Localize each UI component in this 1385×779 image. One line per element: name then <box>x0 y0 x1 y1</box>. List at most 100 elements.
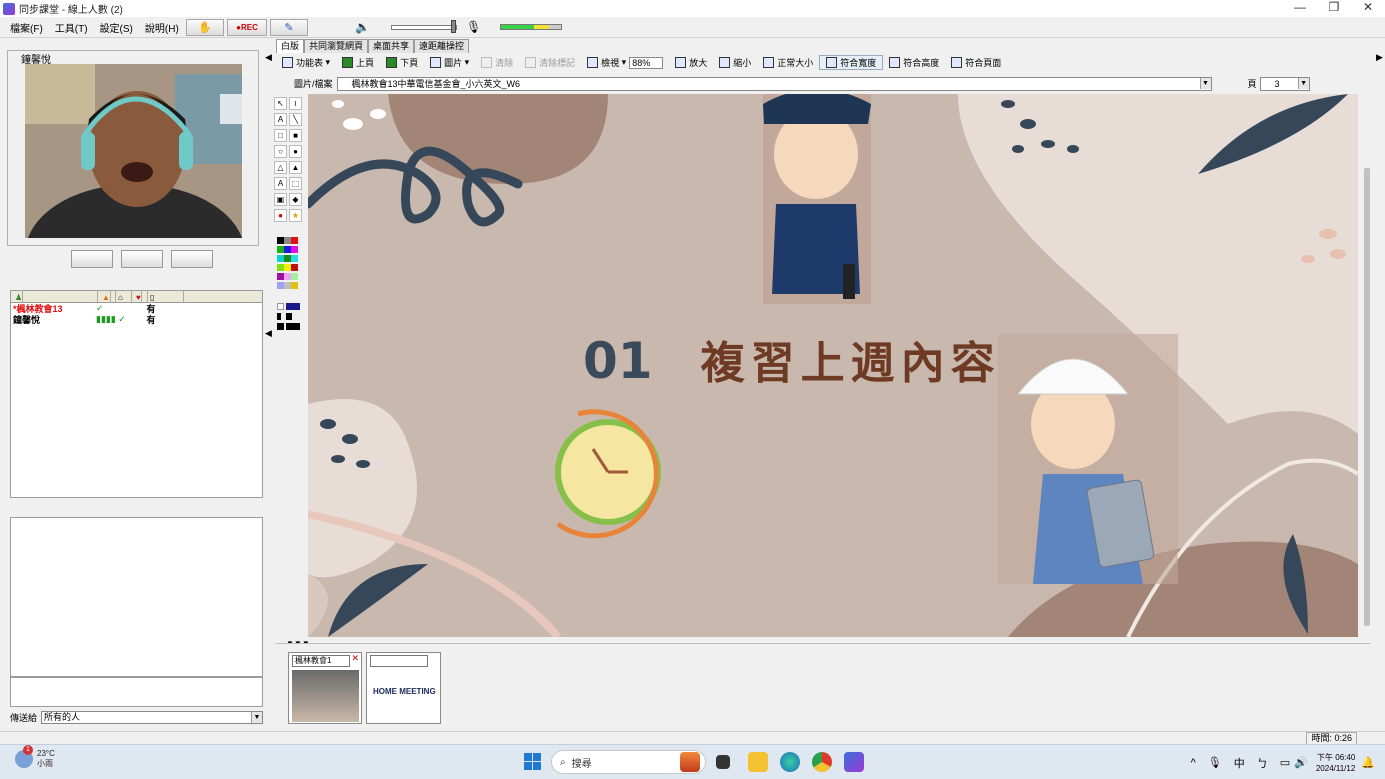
normal-size-button[interactable]: 正常大小 <box>757 56 819 69</box>
rectangle-tool[interactable]: □ <box>274 129 287 142</box>
speaker-volume-thumb[interactable] <box>451 20 456 33</box>
close-icon[interactable]: ✕ <box>351 653 359 664</box>
start-button[interactable] <box>524 753 541 770</box>
fit-height-button[interactable]: 符合高度 <box>883 56 945 69</box>
color-swatch[interactable] <box>291 273 298 280</box>
tab-whiteboard[interactable]: 白版 <box>276 39 305 53</box>
user-row[interactable]: 鐘馨悅 ▮▮▮▮ ✓ 有 <box>11 314 262 325</box>
weather-widget[interactable]: 1 23°C 小雨 <box>15 745 55 769</box>
prev-page-button[interactable]: 上頁 <box>336 56 380 69</box>
video-settings-button[interactable] <box>71 250 113 268</box>
color-swatch[interactable] <box>277 246 284 253</box>
clear-marks-button[interactable]: 清除標記 <box>519 56 581 69</box>
user-col-lock[interactable]: ⌂ <box>116 291 132 303</box>
chat-history[interactable] <box>10 517 263 677</box>
menu-help[interactable]: 說明(H) <box>139 20 185 35</box>
video-share-button[interactable] <box>121 250 163 268</box>
color-swatch[interactable] <box>284 237 291 244</box>
clear-button[interactable]: 清除 <box>475 56 519 69</box>
menu-file[interactable]: 檔案(F) <box>4 20 49 35</box>
color-swatch[interactable] <box>291 237 298 244</box>
camera-button[interactable] <box>171 250 213 268</box>
user-col-mic[interactable]: ▲ <box>98 291 116 303</box>
ime-indicator[interactable]: 中 <box>1234 755 1245 771</box>
maximize-button[interactable]: ❐ <box>1317 0 1351 17</box>
empty-select[interactable] <box>370 655 428 667</box>
image-button[interactable]: 圖片 ▾ <box>424 56 475 69</box>
ellipse-tool[interactable]: ○ <box>274 145 287 158</box>
clock[interactable]: 下午 06:40 2024/11/12 <box>1316 752 1355 774</box>
bell-icon[interactable]: 🔔 <box>1361 756 1375 769</box>
text-tool[interactable]: A <box>274 113 287 126</box>
filled-rectangle-tool[interactable]: ■ <box>289 129 302 142</box>
color-swatch[interactable] <box>284 273 291 280</box>
whiteboard-slide[interactable]: 01 複習上週內容 <box>308 94 1358 637</box>
chrome-icon[interactable] <box>812 752 832 772</box>
color-swatch[interactable] <box>284 264 291 271</box>
task-view-icon[interactable] <box>716 755 730 769</box>
line-width-swatch[interactable] <box>277 323 284 330</box>
polygon-tool[interactable]: △ <box>274 161 287 174</box>
color-swatch[interactable] <box>277 237 284 244</box>
collapse-right-icon[interactable]: ▶ <box>1376 52 1383 63</box>
line-width-swatch[interactable] <box>277 303 284 310</box>
color-swatch[interactable] <box>291 255 298 262</box>
ime-mode-icon[interactable]: ㄅ <box>1257 755 1268 771</box>
send-to-select[interactable]: 所有的人 ▼ <box>41 710 263 724</box>
color-swatch[interactable] <box>291 282 298 289</box>
color-swatch[interactable] <box>284 282 291 289</box>
view-button[interactable]: 檢視 ▾ 88% <box>581 56 669 69</box>
select-area-tool[interactable]: ⬚ <box>289 177 302 190</box>
color-swatch[interactable] <box>277 273 284 280</box>
line-width-swatch[interactable] <box>277 313 281 320</box>
raise-hand-button[interactable]: ✋ <box>186 19 224 36</box>
tools-button[interactable]: ✎ <box>270 19 308 36</box>
line-tool[interactable]: ╲ <box>289 113 302 126</box>
color-swatch[interactable] <box>284 246 291 253</box>
color-swatch[interactable] <box>291 246 298 253</box>
next-page-button[interactable]: 下頁 <box>380 56 424 69</box>
scrollbar-thumb[interactable] <box>1364 168 1370 626</box>
filled-ellipse-tool[interactable]: ● <box>289 145 302 158</box>
minimize-button[interactable]: — <box>1283 0 1317 17</box>
color-swatch[interactable] <box>284 255 291 262</box>
participant-select[interactable]: 楓林教會1 <box>292 655 350 667</box>
zoom-input[interactable]: 88% <box>629 56 664 69</box>
chat-input[interactable] <box>10 677 263 707</box>
color-swatch[interactable] <box>291 264 298 271</box>
collapse-left-icon[interactable]: ◀ <box>265 52 272 63</box>
color-swatch[interactable] <box>277 255 284 262</box>
tab-remote-control[interactable]: 遠距離操控 <box>414 39 470 53</box>
speaker-volume-slider[interactable] <box>391 25 457 30</box>
star-icon[interactable]: ★ <box>289 209 302 222</box>
slide-scrollbar[interactable] <box>1362 94 1372 637</box>
record-button[interactable]: ●REC <box>227 19 267 36</box>
participant-thumbnail[interactable]: 楓林教會1 ✕ <box>288 652 362 724</box>
classroom-app-icon[interactable] <box>844 752 864 772</box>
pointer-tool[interactable]: ↖ <box>274 97 287 110</box>
apple-icon[interactable]: ● <box>274 209 287 222</box>
microphone-icon[interactable]: 🎙 <box>1208 756 1222 769</box>
chevron-up-icon[interactable]: ^ <box>1191 757 1196 769</box>
fit-width-button[interactable]: 符合寬度 <box>819 55 884 70</box>
file-select[interactable]: 楓林教會13中華電信基金會_小六英文_W6 ▼ <box>336 76 1212 91</box>
empty-thumbnail[interactable]: HOME MEETING <box>366 652 441 724</box>
edge-icon[interactable] <box>780 752 800 772</box>
menu-settings[interactable]: 設定(S) <box>94 20 139 35</box>
line-width-swatch[interactable] <box>286 323 300 330</box>
volume-icon[interactable]: 🔊 <box>1294 756 1308 769</box>
collapse-left-icon[interactable]: ◀ <box>265 328 272 339</box>
mic-level-meter[interactable] <box>500 24 562 30</box>
fit-page-button[interactable]: 符合頁面 <box>945 56 1007 69</box>
tab-cobrowse[interactable]: 共同瀏覽網頁 <box>304 39 369 53</box>
tab-desktop-share[interactable]: 桌面共享 <box>368 39 415 53</box>
page-select[interactable]: 3 ▼ <box>1259 76 1310 91</box>
zoom-out-button[interactable]: 縮小 <box>713 56 757 69</box>
menu-tools[interactable]: 工具(T) <box>49 20 94 35</box>
eraser-tool[interactable]: ◆ <box>289 193 302 206</box>
freehand-tool[interactable]: ≀ <box>289 97 302 110</box>
zoom-in-button[interactable]: 放大 <box>669 56 713 69</box>
color-swatch[interactable] <box>277 264 284 271</box>
close-button[interactable]: ✕ <box>1351 0 1385 17</box>
network-icon[interactable]: ▭ <box>1280 756 1290 769</box>
